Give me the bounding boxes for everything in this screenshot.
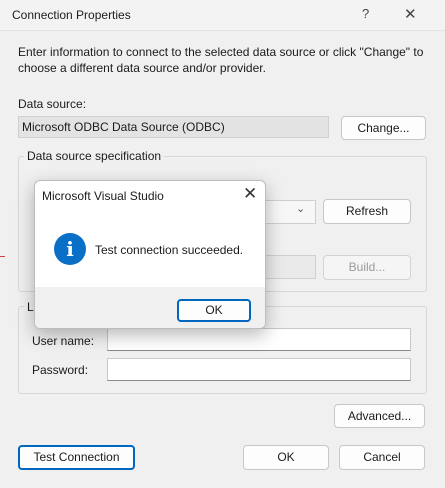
password-label: Password: (32, 363, 89, 377)
message-box-title: Microsoft Visual Studio (42, 189, 164, 203)
instructions-text: Enter information to connect to the sele… (18, 45, 424, 75)
password-input[interactable] (107, 358, 411, 381)
data-source-spec-label: Data source specification (24, 149, 165, 163)
connection-string-input (266, 255, 316, 279)
data-source-name-dropdown[interactable] (266, 200, 316, 224)
message-box-footer: OK (35, 287, 265, 328)
title-bar: Connection Properties ? ✕ (0, 0, 445, 31)
test-connection-button[interactable]: Test Connection (18, 445, 135, 470)
advanced-button[interactable]: Advanced... (334, 404, 425, 428)
cancel-button[interactable]: Cancel (339, 445, 425, 470)
change-button[interactable]: Change... (341, 116, 426, 140)
ok-button[interactable]: OK (243, 445, 329, 470)
window-title: Connection Properties (12, 8, 131, 22)
message-box: Microsoft Visual Studio ✕ i Test connect… (34, 180, 266, 329)
message-text: Test connection succeeded. (95, 243, 244, 257)
info-icon: i (54, 233, 86, 265)
data-source-label: Data source: (18, 97, 87, 111)
user-name-label: User name: (32, 334, 95, 348)
help-icon[interactable]: ? (362, 6, 369, 21)
close-icon[interactable]: ✕ (404, 5, 417, 23)
user-name-input[interactable] (107, 328, 411, 351)
red-indicator-mark (0, 256, 5, 257)
message-box-close-icon[interactable]: ✕ (243, 184, 257, 204)
message-ok-button[interactable]: OK (177, 299, 251, 322)
build-button: Build... (323, 255, 411, 280)
chevron-down-icon: ⌄ (296, 203, 306, 215)
refresh-button[interactable]: Refresh (323, 199, 411, 224)
data-source-field: Microsoft ODBC Data Source (ODBC) (18, 116, 329, 138)
